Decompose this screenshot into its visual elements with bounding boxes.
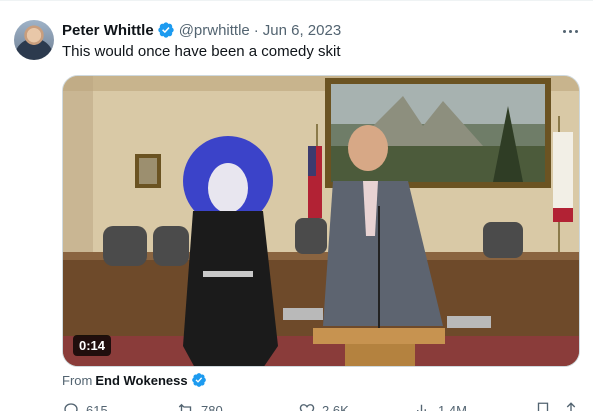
video-source: From End Wokeness [62, 372, 207, 388]
more-dot [562, 29, 566, 33]
tweet-actions: 615 780 2.6K 1.4M [62, 400, 582, 411]
reply-button[interactable]: 615 [62, 401, 108, 411]
video-duration: 0:14 [73, 335, 112, 356]
share-button[interactable] [562, 401, 580, 411]
view-count: 1.4M [438, 402, 467, 411]
reply-icon [64, 403, 78, 411]
heart-icon [299, 404, 315, 411]
header-separator: · [253, 21, 259, 39]
analytics-icon [417, 404, 426, 411]
more-options-icon[interactable] [558, 22, 582, 40]
tweet-text: This would once have been a comedy skit [62, 43, 341, 60]
video-player[interactable]: 0:14 [62, 75, 580, 367]
tweet-date[interactable]: Jun 6, 2023 [263, 22, 341, 39]
verified-badge-icon [191, 373, 206, 387]
source-prefix: From [62, 372, 93, 388]
bookmark-icon [537, 402, 549, 411]
author-name[interactable]: Peter Whittle [62, 22, 154, 39]
views-button[interactable]: 1.4M [414, 401, 467, 411]
video-frame [63, 76, 579, 366]
verified-badge-icon [158, 22, 174, 38]
author-avatar[interactable] [14, 20, 54, 60]
like-button[interactable]: 2.6K [298, 401, 349, 411]
like-count: 2.6K [322, 402, 349, 411]
repost-count: 780 [201, 402, 223, 411]
more-dot [574, 29, 578, 33]
bookmark-button[interactable] [534, 401, 552, 411]
source-account-link[interactable]: End Wokeness [95, 373, 187, 388]
tweet-header: Peter Whittle @prwhittle · Jun 6, 2023 [62, 20, 341, 40]
reply-count: 615 [86, 402, 108, 411]
share-icon [566, 402, 576, 411]
repost-icon [178, 403, 192, 411]
author-handle[interactable]: @prwhittle [179, 22, 250, 39]
more-dot [568, 29, 572, 33]
top-divider [0, 0, 593, 1]
repost-button[interactable]: 780 [177, 401, 223, 411]
